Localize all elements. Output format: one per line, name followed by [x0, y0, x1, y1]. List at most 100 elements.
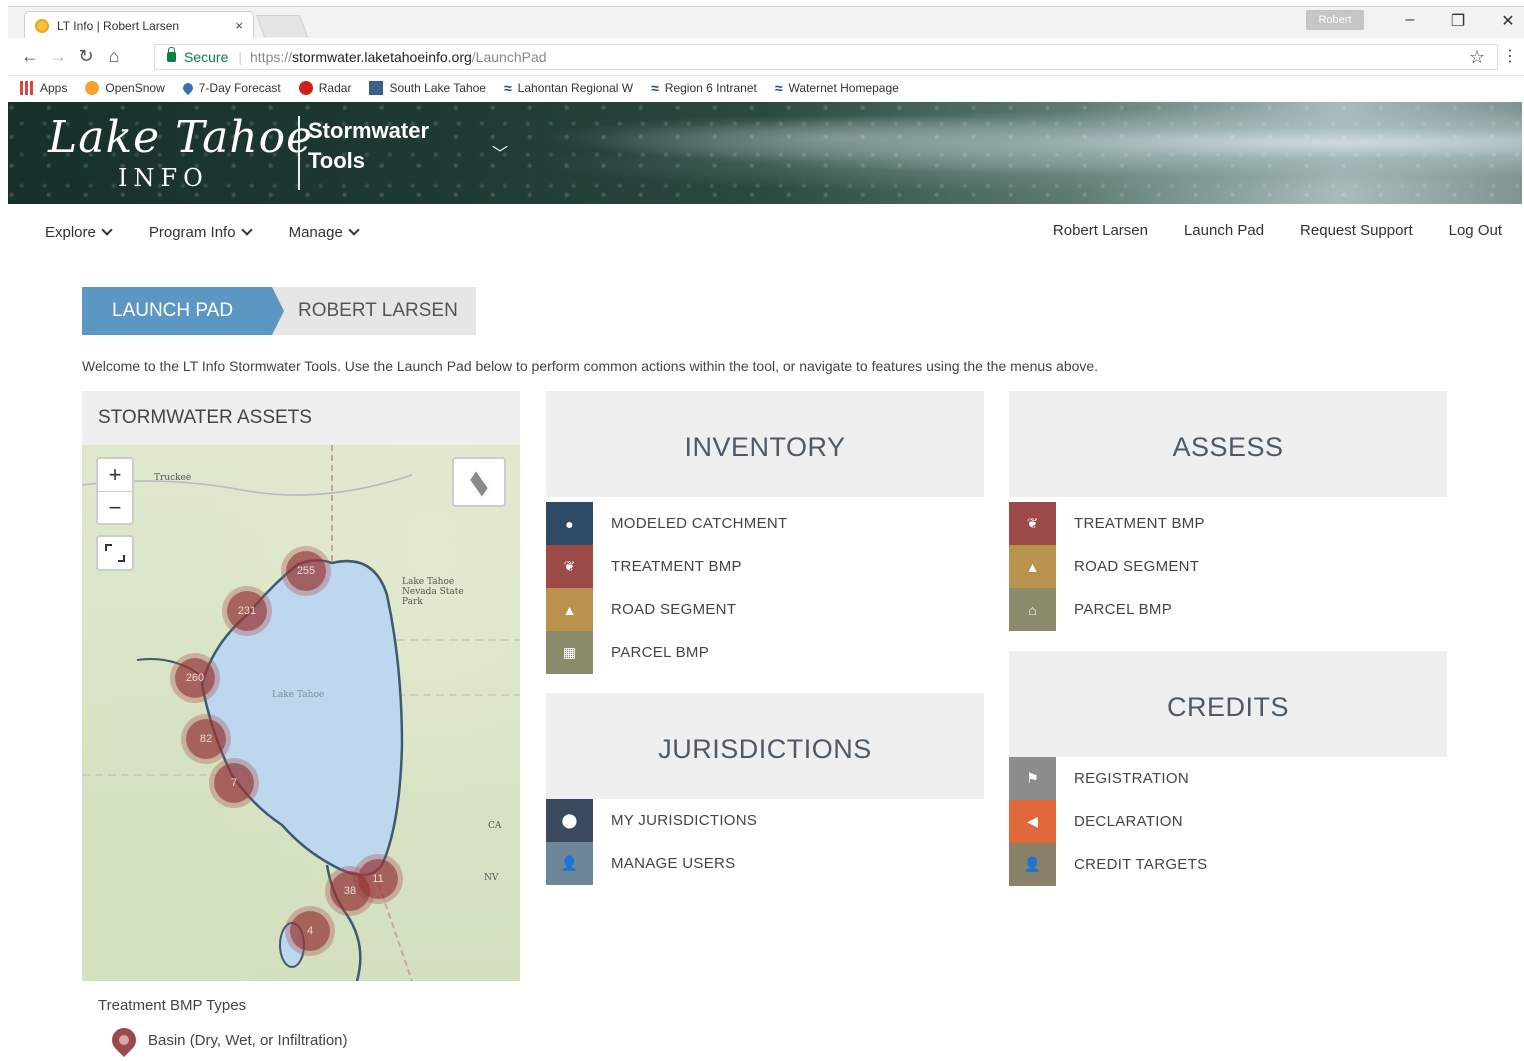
action-label: MANAGE USERS: [611, 855, 736, 872]
map-cluster[interactable]: 38: [330, 871, 370, 911]
bookmark-opensnow[interactable]: OpenSnow: [85, 81, 165, 95]
panel-title: STORMWATER ASSETS: [82, 391, 520, 445]
bookmark-forecast[interactable]: 7-Day Forecast: [180, 80, 281, 96]
bookmark-waternet[interactable]: ≈ Waternet Homepage: [775, 80, 899, 96]
map-label-ca: CA: [488, 821, 502, 831]
close-window-icon[interactable]: ✕: [1498, 11, 1518, 31]
main-nav: Explore Program Info Manage Robert Larse…: [8, 210, 1522, 254]
credits-card: CREDITS ⚑ REGISTRATION ◀ DECLARATION 👤 C…: [1009, 651, 1447, 886]
leaf-icon: ❦: [1009, 502, 1056, 545]
forward-icon[interactable]: →: [44, 46, 72, 67]
home-icon: ⌂: [1009, 588, 1056, 631]
card-title: INVENTORY: [546, 391, 984, 497]
flag-icon: ⚑: [1009, 757, 1056, 800]
restore-icon[interactable]: ❐: [1448, 11, 1468, 31]
inventory-parcel-bmp[interactable]: ▦ PARCEL BMP: [546, 631, 984, 674]
zoom-in-button[interactable]: +: [98, 459, 132, 491]
bookmark-region6[interactable]: ≈ Region 6 Intranet: [651, 80, 757, 96]
site-logo-script[interactable]: Lake Tahoe: [48, 112, 313, 163]
action-label: CREDIT TARGETS: [1074, 856, 1208, 873]
bookmark-lahontan[interactable]: ≈ Lahontan Regional W: [504, 80, 633, 96]
credits-credit-targets[interactable]: 👤 CREDIT TARGETS: [1009, 843, 1447, 886]
nav-request-support[interactable]: Request Support: [1300, 222, 1413, 239]
credits-declaration[interactable]: ◀ DECLARATION: [1009, 800, 1447, 843]
nav-user-profile[interactable]: Robert Larsen: [1053, 222, 1148, 239]
minimize-icon[interactable]: –: [1400, 11, 1420, 29]
home-icon[interactable]: ⌂: [100, 46, 128, 67]
layers-button[interactable]: [452, 457, 506, 507]
nav-log-out[interactable]: Log Out: [1449, 222, 1502, 239]
bookmark-label: Region 6 Intranet: [664, 81, 757, 95]
inventory-modeled-catchment[interactable]: ● MODELED CATCHMENT: [546, 502, 984, 545]
road-icon: ▲: [1009, 545, 1056, 588]
my-jurisdictions-link[interactable]: ⬤ MY JURISDICTIONS: [546, 799, 984, 842]
bookmarks-bar: Apps OpenSnow 7-Day Forecast Radar South…: [8, 76, 1524, 100]
bookmark-star-icon[interactable]: ☆: [1469, 47, 1485, 68]
water-drop-icon: ●: [546, 502, 593, 545]
map-label-truckee: Truckee: [154, 473, 192, 483]
map-cluster[interactable]: 82: [186, 719, 226, 759]
map-cluster[interactable]: 260: [175, 658, 215, 698]
credits-registration[interactable]: ⚑ REGISTRATION: [1009, 757, 1447, 800]
site-logo-info[interactable]: INFO: [118, 164, 209, 192]
new-tab-button[interactable]: [255, 15, 309, 37]
url-path: /LaunchPad: [471, 49, 547, 65]
back-icon[interactable]: ←: [16, 46, 44, 67]
map-cluster[interactable]: 231: [227, 591, 267, 631]
bookmark-south-lake-tahoe[interactable]: South Lake Tahoe: [369, 81, 486, 95]
assess-parcel-bmp[interactable]: ⌂ PARCEL BMP: [1009, 588, 1447, 631]
assess-treatment-bmp[interactable]: ❦ TREATMENT BMP: [1009, 502, 1447, 545]
fullscreen-icon: [118, 555, 125, 562]
bookmark-label: Apps: [40, 81, 68, 95]
inventory-road-segment[interactable]: ▲ ROAD SEGMENT: [546, 588, 984, 631]
bookmark-label: South Lake Tahoe: [389, 81, 486, 95]
tab-close-icon[interactable]: ×: [235, 18, 243, 33]
jurisdictions-card: JURISDICTIONS ⬤ MY JURISDICTIONS 👤 MANAG…: [546, 693, 984, 885]
bookmark-apps[interactable]: Apps: [20, 81, 67, 95]
road-icon: ▲: [546, 588, 593, 631]
legend-title: Treatment BMP Types: [98, 997, 247, 1014]
breadcrumb-launch-pad[interactable]: LAUNCH PAD: [82, 287, 284, 335]
bookmark-label: Radar: [318, 81, 352, 95]
url-host: stormwater.laketahoeinfo.org: [292, 49, 472, 65]
assets-map[interactable]: + − Truckee Lake Tahoe Nevada State Park…: [82, 445, 520, 981]
profile-badge[interactable]: Robert: [1306, 10, 1364, 30]
url-protocol: https://: [250, 49, 293, 65]
bookmark-label: Lahontan Regional W: [517, 81, 634, 95]
app-switcher[interactable]: Stormwater Tools: [308, 116, 429, 176]
logo-divider: [298, 116, 300, 190]
map-basemap: [82, 445, 520, 981]
assess-card: ASSESS ❦ TREATMENT BMP ▲ ROAD SEGMENT ⌂ …: [1009, 391, 1447, 631]
stormwater-assets-panel: STORMWATER ASSETS + − Truckee Lake Tahoe…: [82, 391, 520, 1061]
weather-icon: [180, 80, 195, 96]
address-bar[interactable]: Secure | https://stormwater.laketahoeinf…: [154, 44, 1498, 70]
browser-tab-strip: LT Info | Robert Larsen × Robert – ❐ ✕: [8, 6, 1524, 39]
parcel-grid-icon: ▦: [546, 631, 593, 674]
inventory-treatment-bmp[interactable]: ❦ TREATMENT BMP: [546, 545, 984, 588]
map-cluster[interactable]: 7: [214, 763, 254, 803]
radar-icon: [298, 81, 313, 95]
bookmark-radar[interactable]: Radar: [298, 81, 352, 95]
nav-label: Program Info: [148, 223, 236, 241]
bookmark-label: 7-Day Forecast: [198, 81, 281, 95]
assess-road-segment[interactable]: ▲ ROAD SEGMENT: [1009, 545, 1447, 588]
zoom-out-button[interactable]: −: [98, 491, 132, 523]
map-pin-icon: [107, 1023, 141, 1057]
action-label: DECLARATION: [1074, 813, 1183, 830]
chevron-down-icon: [101, 223, 113, 236]
nav-launch-pad[interactable]: Launch Pad: [1184, 222, 1264, 239]
reload-icon[interactable]: ↻: [72, 46, 100, 67]
manage-users-link[interactable]: 👤 MANAGE USERS: [546, 842, 984, 885]
chevron-down-icon: [240, 223, 253, 236]
nav-manage[interactable]: Manage: [289, 224, 360, 241]
nav-label: Explore: [45, 223, 96, 241]
fullscreen-button[interactable]: [96, 535, 134, 571]
action-label: PARCEL BMP: [1074, 601, 1173, 618]
chevron-down-icon[interactable]: ﹀: [492, 140, 508, 164]
browser-tab[interactable]: LT Info | Robert Larsen ×: [24, 11, 254, 39]
map-cluster[interactable]: 4: [290, 911, 330, 951]
nav-program-info[interactable]: Program Info: [148, 223, 253, 241]
nav-explore[interactable]: Explore: [45, 223, 113, 241]
map-cluster[interactable]: 255: [286, 551, 326, 591]
browser-menu-icon[interactable]: ⋮: [1502, 46, 1518, 66]
